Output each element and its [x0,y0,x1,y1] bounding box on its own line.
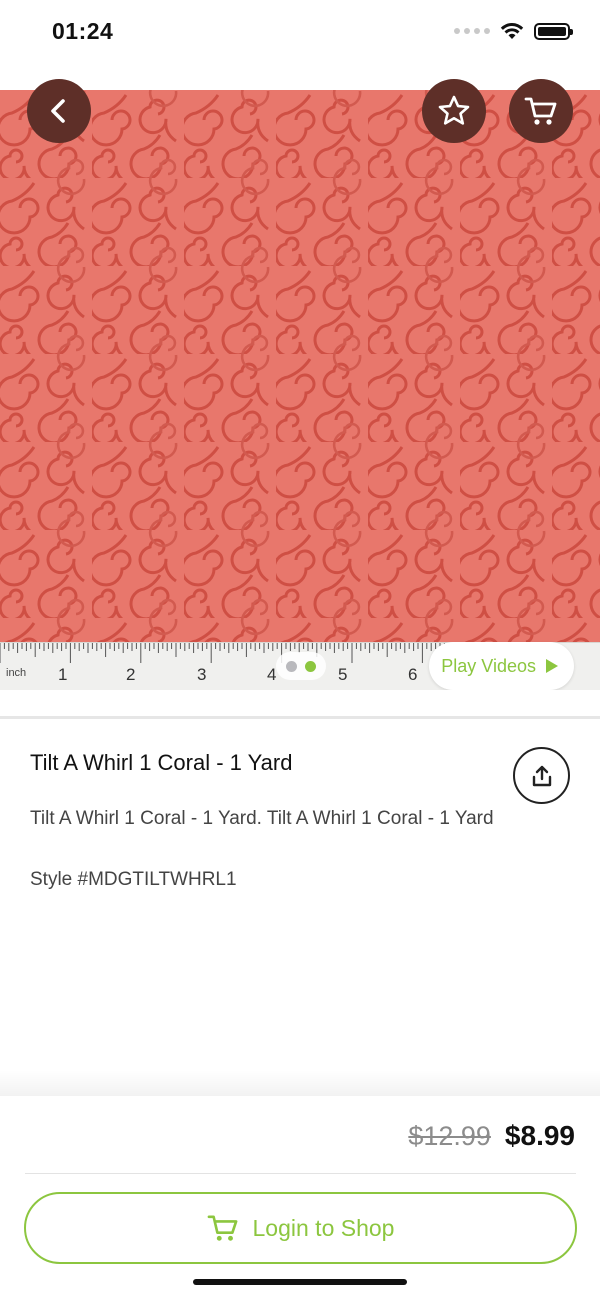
cart-icon [524,97,557,125]
carousel-dot-1[interactable] [286,660,297,672]
original-price: $12.99 [408,1121,491,1151]
cart-icon [207,1215,237,1241]
ruler-number: 2 [126,665,136,684]
ruler-number: 6 [408,665,418,684]
product-image[interactable]: inch 1 2 3 4 5 6 Play Videos [0,90,600,690]
back-button[interactable] [27,79,91,143]
status-icons [454,22,573,40]
carousel-dot-2[interactable] [305,660,316,672]
favorite-button[interactable] [422,79,486,143]
sale-price: $8.99 [504,1120,575,1151]
star-icon [438,95,470,125]
carousel-indicator[interactable] [276,652,326,680]
share-button[interactable] [513,747,570,804]
share-icon [532,765,551,786]
bottom-panel-shadow [0,1070,600,1096]
product-title: Tilt A Whirl 1 Coral - 1 Yard [30,750,293,775]
ruler-number: 1 [58,665,68,684]
play-videos-button[interactable]: Play Videos [429,642,574,690]
price-divider [25,1173,576,1174]
product-description: Tilt A Whirl 1 Coral - 1 Yard. Tilt A Wh… [30,808,494,829]
ruler-number: 3 [197,665,207,684]
cellular-signal-icon [454,28,490,34]
ruler-number: 5 [338,665,348,684]
price-row: $12.99 $8.99 [408,1120,575,1152]
battery-icon [534,22,573,40]
ruler-unit-label: inch [6,667,27,679]
cart-button[interactable] [509,79,573,143]
status-time: 01:24 [52,18,114,44]
fabric-swirl-pattern [0,90,600,650]
login-to-shop-label: Login to Shop [252,1214,395,1241]
back-chevron-icon [51,99,65,123]
home-indicator[interactable] [193,1279,407,1285]
product-style-number: Style #MDGTILTWHRL1 [30,869,237,890]
section-divider [0,716,600,719]
wifi-icon [500,23,524,39]
login-to-shop-button[interactable]: Login to Shop [24,1192,577,1264]
ruler-number: 4 [267,665,277,684]
play-icon [546,659,558,673]
status-bar: 01:24 [0,0,600,90]
play-videos-label: Play Videos [441,655,536,676]
